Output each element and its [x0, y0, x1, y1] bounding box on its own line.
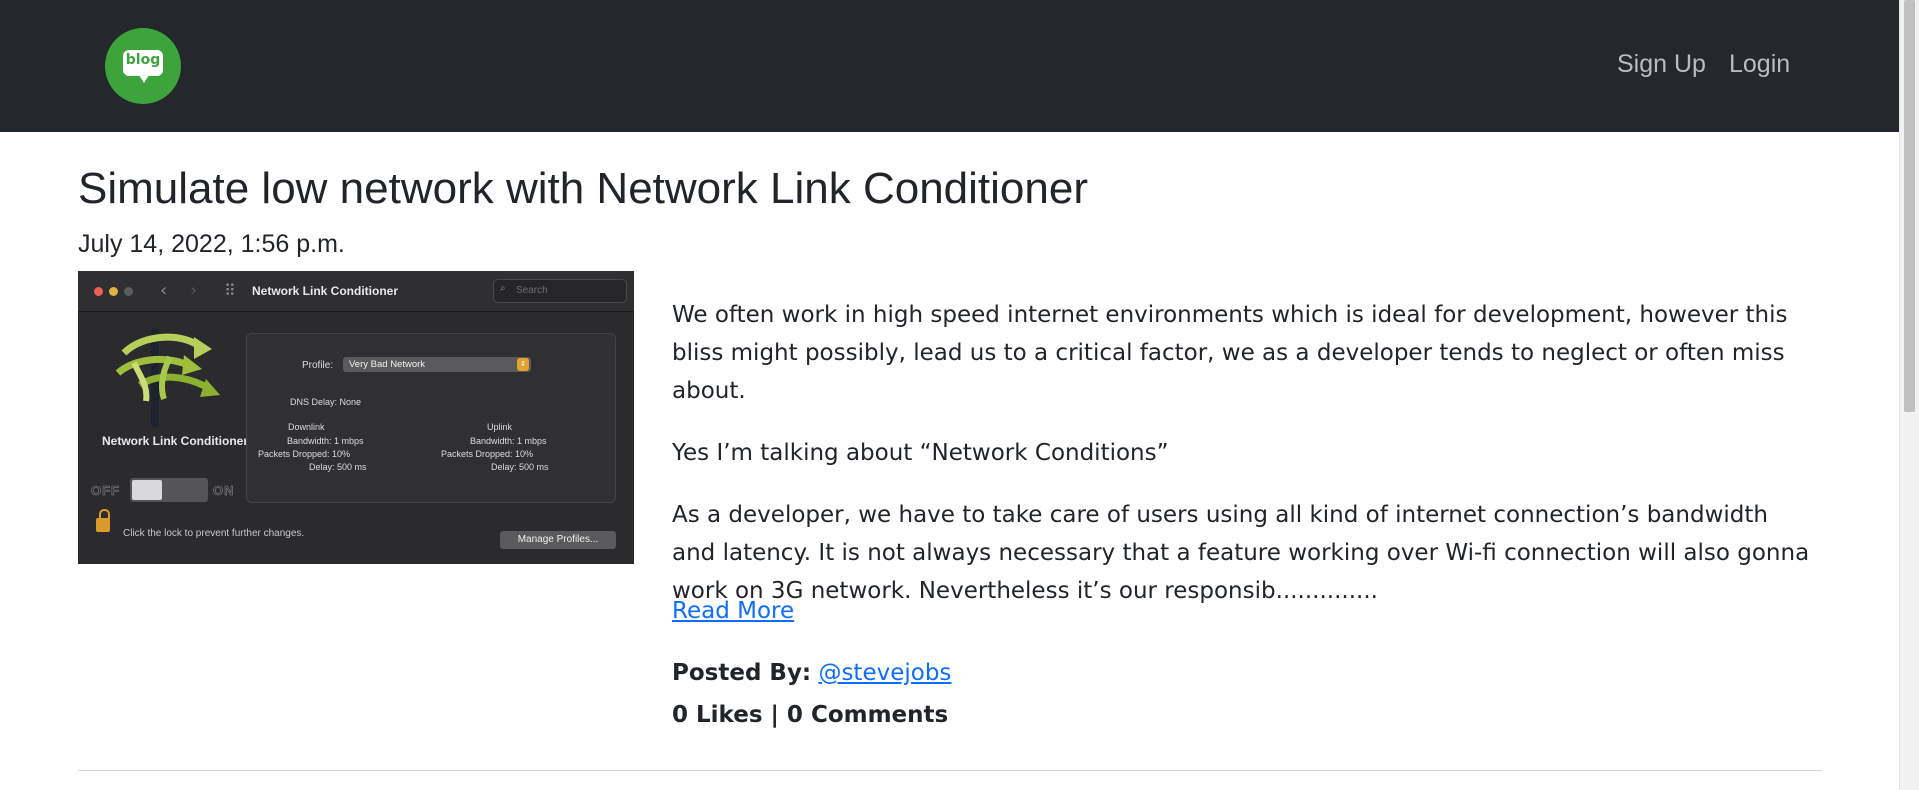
logo-text: blog	[125, 52, 161, 68]
downlink-delay: Delay: 500 ms	[309, 462, 367, 472]
forward-arrow-icon: ›	[190, 280, 198, 301]
post-stats: 0 Likes | 0 Comments	[672, 702, 949, 728]
post-date: July 14, 2022, 1:56 p.m.	[78, 230, 345, 258]
excerpt-paragraph: We often work in high speed internet env…	[672, 302, 1788, 404]
uplink-delay: Delay: 500 ms	[491, 462, 549, 472]
select-stepper-icon: ⇕	[517, 358, 529, 371]
unlocked-lock-icon	[96, 509, 110, 532]
excerpt-paragraph: Yes I’m talking about “Network Condition…	[672, 440, 1169, 466]
minimize-dot-icon	[109, 287, 118, 296]
uplink-bandwidth: Bandwidth: 1 mbps	[470, 436, 547, 446]
login-link[interactable]: Login	[1729, 50, 1790, 79]
search-icon: ⌕	[500, 283, 506, 294]
downlink-packets: Packets Dropped: 10%	[258, 449, 351, 459]
uplink-title: Uplink	[487, 422, 513, 432]
thumbnail-toggle-switch	[130, 478, 208, 502]
uplink-packets: Packets Dropped: 10%	[441, 449, 534, 459]
page-scrollbar[interactable]	[1899, 0, 1919, 790]
grid-icon: ⠿	[224, 281, 236, 300]
thumbnail-window-title: Network Link Conditioner	[252, 284, 399, 298]
lock-text: Click the lock to prevent further change…	[123, 528, 305, 539]
author-link[interactable]: @stevejobs	[818, 660, 951, 686]
thumbnail-search-field: ⌕ Search	[493, 279, 627, 303]
navbar: blog Sign Up Login	[0, 0, 1900, 132]
thumbnail-window-titlebar: ‹ › ⠿ Network Link Conditioner ⌕ Search	[78, 271, 634, 312]
dns-delay-text: DNS Delay: None	[290, 397, 362, 407]
switch-off-label: OFF	[91, 483, 120, 499]
back-arrow-icon: ‹	[160, 280, 168, 301]
blog-logo[interactable]: blog	[105, 28, 181, 104]
post-divider	[78, 770, 1822, 771]
profile-select-value: Very Bad Network	[349, 359, 426, 370]
profile-label: Profile:	[302, 360, 334, 371]
thumbnail-app-name: Network Link Conditioner	[101, 434, 248, 448]
downlink-title: Downlink	[288, 422, 325, 432]
switch-on-label: ON	[213, 483, 235, 499]
network-link-conditioner-icon	[115, 329, 220, 427]
toggle-knob	[132, 480, 162, 500]
zoom-dot-icon	[124, 287, 133, 296]
profile-select: Very Bad Network ⇕	[343, 357, 531, 372]
downlink-bandwidth: Bandwidth: 1 mbps	[287, 436, 364, 446]
manage-profiles-button: Manage Profiles...	[500, 531, 616, 549]
posted-by: Posted By: @stevejobs	[672, 660, 951, 686]
read-more-link[interactable]: Read More	[672, 598, 794, 624]
close-dot-icon	[94, 287, 103, 296]
post-title: Simulate low network with Network Link C…	[78, 164, 1088, 213]
thumbnail-search-placeholder: Search	[516, 285, 548, 296]
excerpt-paragraph: As a developer, we have to take care of …	[672, 502, 1810, 604]
post-thumbnail: ‹ › ⠿ Network Link Conditioner ⌕ Search …	[78, 271, 634, 564]
signup-link[interactable]: Sign Up	[1617, 50, 1706, 79]
posted-by-label: Posted By:	[672, 660, 812, 686]
thumbnail-settings-panel: Profile: Very Bad Network ⇕ DNS Delay: N…	[246, 333, 616, 503]
scrollbar-thumb[interactable]	[1904, 0, 1915, 412]
post-excerpt: We often work in high speed internet env…	[672, 296, 1812, 634]
speech-bubble-icon: blog	[123, 50, 163, 83]
